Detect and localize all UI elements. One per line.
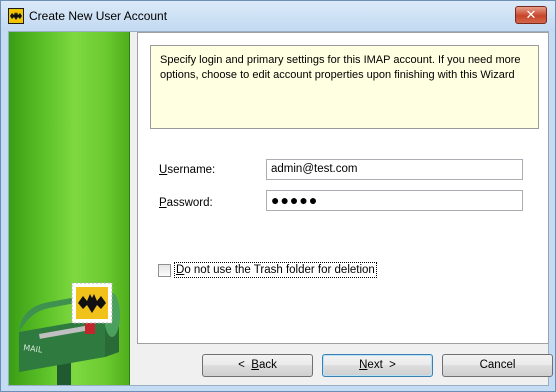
username-value: admin@test.com: [271, 163, 358, 175]
password-label: Password:: [159, 197, 213, 209]
mailbox-icon: MAIL: [19, 292, 120, 385]
bat-app-icon: [8, 8, 24, 24]
info-box: Specify login and primary settings for t…: [150, 45, 539, 129]
username-input[interactable]: admin@test.com: [266, 159, 523, 180]
password-value: ●●●●●: [271, 192, 319, 208]
trash-option-label[interactable]: Do not use the Trash folder for deletion: [174, 262, 377, 278]
back-button[interactable]: < Back: [202, 354, 313, 377]
title-bar[interactable]: Create New User Account ✕: [1, 1, 555, 31]
next-button[interactable]: Next >: [322, 354, 433, 377]
side-banner: MAIL: [9, 32, 130, 385]
trash-option-checkbox[interactable]: [158, 264, 171, 277]
cancel-button[interactable]: Cancel: [442, 354, 553, 377]
close-icon: ✕: [525, 7, 537, 22]
username-label: Username:: [159, 164, 216, 176]
bat-stamp-icon: [71, 282, 113, 324]
window-title: Create New User Account: [29, 9, 168, 23]
password-input[interactable]: ●●●●●: [266, 190, 523, 211]
dialog-window: Create New User Account ✕ MAIL Specify l…: [0, 0, 556, 392]
close-button[interactable]: ✕: [515, 6, 547, 24]
wizard-body: MAIL Specify login and primary settings …: [8, 31, 553, 386]
content-panel: Specify login and primary settings for t…: [137, 32, 549, 344]
